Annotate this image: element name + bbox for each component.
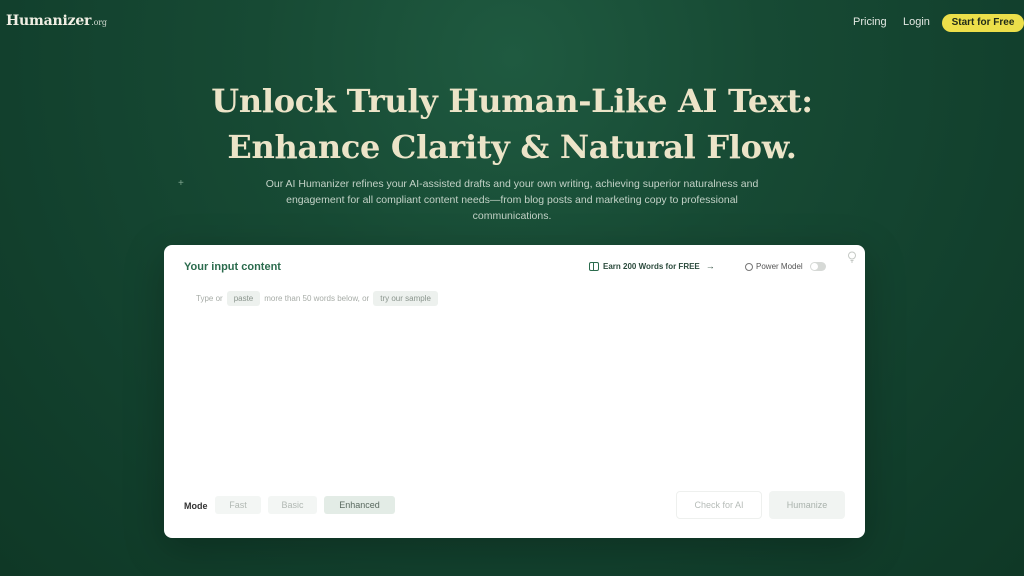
plus-decoration-icon: +: [178, 178, 184, 189]
lightbulb-icon[interactable]: [847, 251, 857, 263]
hero-title-line1: Unlock Truly Human-Like AI Text:: [211, 82, 813, 120]
logo[interactable]: Humanizer.org: [6, 13, 107, 29]
try-sample-chip[interactable]: try our sample: [373, 291, 438, 306]
power-model-toggle[interactable]: [809, 262, 826, 271]
hero-title: Unlock Truly Human-Like AI Text: Enhance…: [0, 78, 1024, 170]
hint-middle: more than 50 words below, or: [264, 294, 370, 303]
paste-chip[interactable]: paste: [226, 291, 261, 306]
logo-tld: .org: [91, 18, 107, 27]
content-input-area[interactable]: [184, 307, 844, 483]
gift-icon: [589, 261, 599, 271]
power-model-control: Power Model: [745, 262, 826, 271]
humanizer-card: Your input content Earn 200 Words for FR…: [164, 245, 865, 538]
input-card-title: Your input content: [184, 261, 281, 273]
hero-title-line2: Enhance Clarity & Natural Flow.: [227, 128, 797, 166]
nav-pricing-link[interactable]: Pricing: [853, 16, 887, 28]
info-icon: [745, 262, 753, 271]
input-hint: Type or paste more than 50 words below, …: [196, 291, 438, 306]
mode-enhanced-button[interactable]: Enhanced: [324, 496, 395, 514]
earn-free-words-link[interactable]: Earn 200 Words for FREE →: [589, 261, 715, 271]
earn-free-words-label: Earn 200 Words for FREE: [603, 261, 700, 271]
arrow-right-icon: →: [705, 261, 715, 271]
humanize-button[interactable]: Humanize: [769, 491, 845, 519]
start-for-free-button[interactable]: Start for Free: [942, 14, 1024, 32]
mode-fast-button[interactable]: Fast: [215, 496, 261, 514]
power-model-label: Power Model: [756, 262, 803, 271]
hero-subtitle: Our AI Humanizer refines your AI-assiste…: [265, 178, 759, 222]
mode-basic-button[interactable]: Basic: [268, 496, 317, 514]
check-for-ai-button[interactable]: Check for AI: [676, 491, 762, 519]
nav-login-link[interactable]: Login: [903, 16, 930, 28]
top-nav: Humanizer.org Pricing Login Start for Fr…: [0, 0, 1024, 44]
mode-label: Mode: [184, 501, 208, 511]
logo-text: Humanizer: [6, 13, 92, 29]
hint-prefix: Type or: [196, 294, 223, 303]
